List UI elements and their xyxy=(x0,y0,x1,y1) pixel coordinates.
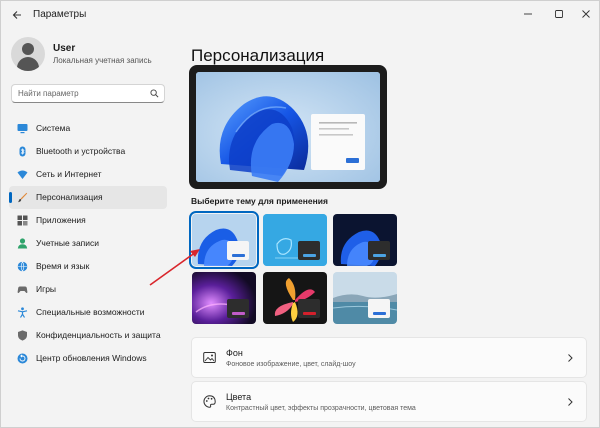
accounts-icon xyxy=(17,238,28,249)
maximize-button[interactable] xyxy=(544,4,574,24)
sidebar-item-gaming[interactable]: Игры xyxy=(9,278,167,301)
shield-icon xyxy=(18,330,27,341)
system-icon xyxy=(17,124,28,134)
card-title: Цвета xyxy=(226,392,252,402)
avatar xyxy=(11,37,45,71)
gamepad-icon xyxy=(17,286,28,294)
sidebar-item-personalization[interactable]: Персонализация xyxy=(9,186,167,209)
sidebar-item-accounts[interactable]: Учетные записи xyxy=(9,232,167,255)
sidebar-item-system[interactable]: Система xyxy=(9,117,167,140)
sidebar-item-apps[interactable]: Приложения xyxy=(9,209,167,232)
theme-section-label: Выберите тему для применения xyxy=(191,196,328,206)
sidebar-item-bluetooth[interactable]: Bluetooth и устройства xyxy=(9,140,167,163)
user-name: User xyxy=(53,43,76,54)
sidebar-item-label: Система xyxy=(36,123,71,133)
colors-settings-card[interactable]: Цвета Контрастный цвет, эффекты прозрачн… xyxy=(191,381,587,422)
sidebar-item-label: Игры xyxy=(36,284,57,294)
sidebar-item-label: Центр обновления Windows xyxy=(36,353,147,363)
settings-window: Параметры User Локальная учетная запись … xyxy=(0,0,600,428)
sidebar-item-time-language[interactable]: Время и язык xyxy=(9,255,167,278)
globe-icon xyxy=(17,261,28,272)
chevron-right-icon xyxy=(568,354,573,362)
network-icon xyxy=(17,170,28,179)
sidebar-item-windows-update[interactable]: Центр обновления Windows xyxy=(9,347,167,370)
sidebar-nav: Система Bluetooth и устройства Сеть и Ин… xyxy=(9,117,167,370)
brush-icon xyxy=(18,192,28,203)
card-subtitle: Контрастный цвет, эффекты прозрачности, … xyxy=(226,405,416,412)
sidebar-item-label: Персонализация xyxy=(36,192,103,202)
minimize-button[interactable] xyxy=(513,4,543,24)
theme-windows-dark[interactable] xyxy=(333,214,397,266)
sidebar-item-label: Учетные записи xyxy=(36,238,100,248)
page-title: Персонализация xyxy=(191,46,325,66)
theme-flow[interactable] xyxy=(333,272,397,324)
bluetooth-icon xyxy=(19,146,26,157)
window-title: Параметры xyxy=(33,9,87,20)
sidebar-item-label: Приложения xyxy=(36,215,86,225)
bloom-wallpaper-image xyxy=(196,72,380,182)
search-icon xyxy=(150,89,159,98)
sidebar-item-label: Время и язык xyxy=(36,261,90,271)
sidebar-item-privacy[interactable]: Конфиденциальность и защита xyxy=(9,324,167,347)
theme-captured-motion[interactable] xyxy=(263,272,327,324)
close-icon xyxy=(582,10,590,18)
sidebar-item-network[interactable]: Сеть и Интернет xyxy=(9,163,167,186)
minimize-icon xyxy=(524,13,532,15)
sidebar-item-label: Специальные возможности xyxy=(36,307,145,317)
palette-icon xyxy=(203,395,216,408)
accessibility-icon xyxy=(17,307,28,318)
background-settings-card[interactable]: Фон Фоновое изображение, цвет, слайд-шоу xyxy=(191,337,587,378)
card-subtitle: Фоновое изображение, цвет, слайд-шоу xyxy=(226,361,356,368)
title-bar: Параметры xyxy=(1,1,599,29)
update-icon xyxy=(17,353,28,364)
chevron-right-icon xyxy=(568,398,573,406)
image-icon xyxy=(203,352,216,363)
card-title: Фон xyxy=(226,348,243,358)
apps-icon xyxy=(17,215,28,226)
theme-glow-blue[interactable] xyxy=(263,214,327,266)
account-type: Локальная учетная запись xyxy=(53,56,152,65)
maximize-icon xyxy=(555,10,563,18)
theme-windows-light[interactable] xyxy=(189,211,259,269)
search-box[interactable] xyxy=(11,84,165,103)
sidebar-item-label: Сеть и Интернет xyxy=(36,169,102,179)
theme-preview xyxy=(189,65,387,189)
search-input[interactable] xyxy=(18,87,144,100)
back-arrow-icon xyxy=(12,11,21,19)
close-button[interactable] xyxy=(571,4,599,24)
back-button[interactable] xyxy=(7,5,27,25)
sidebar-item-label: Конфиденциальность и защита xyxy=(36,330,161,340)
sidebar-item-label: Bluetooth и устройства xyxy=(36,146,126,156)
sidebar-item-accessibility[interactable]: Специальные возможности xyxy=(9,301,167,324)
theme-glow-purple[interactable] xyxy=(192,272,256,324)
